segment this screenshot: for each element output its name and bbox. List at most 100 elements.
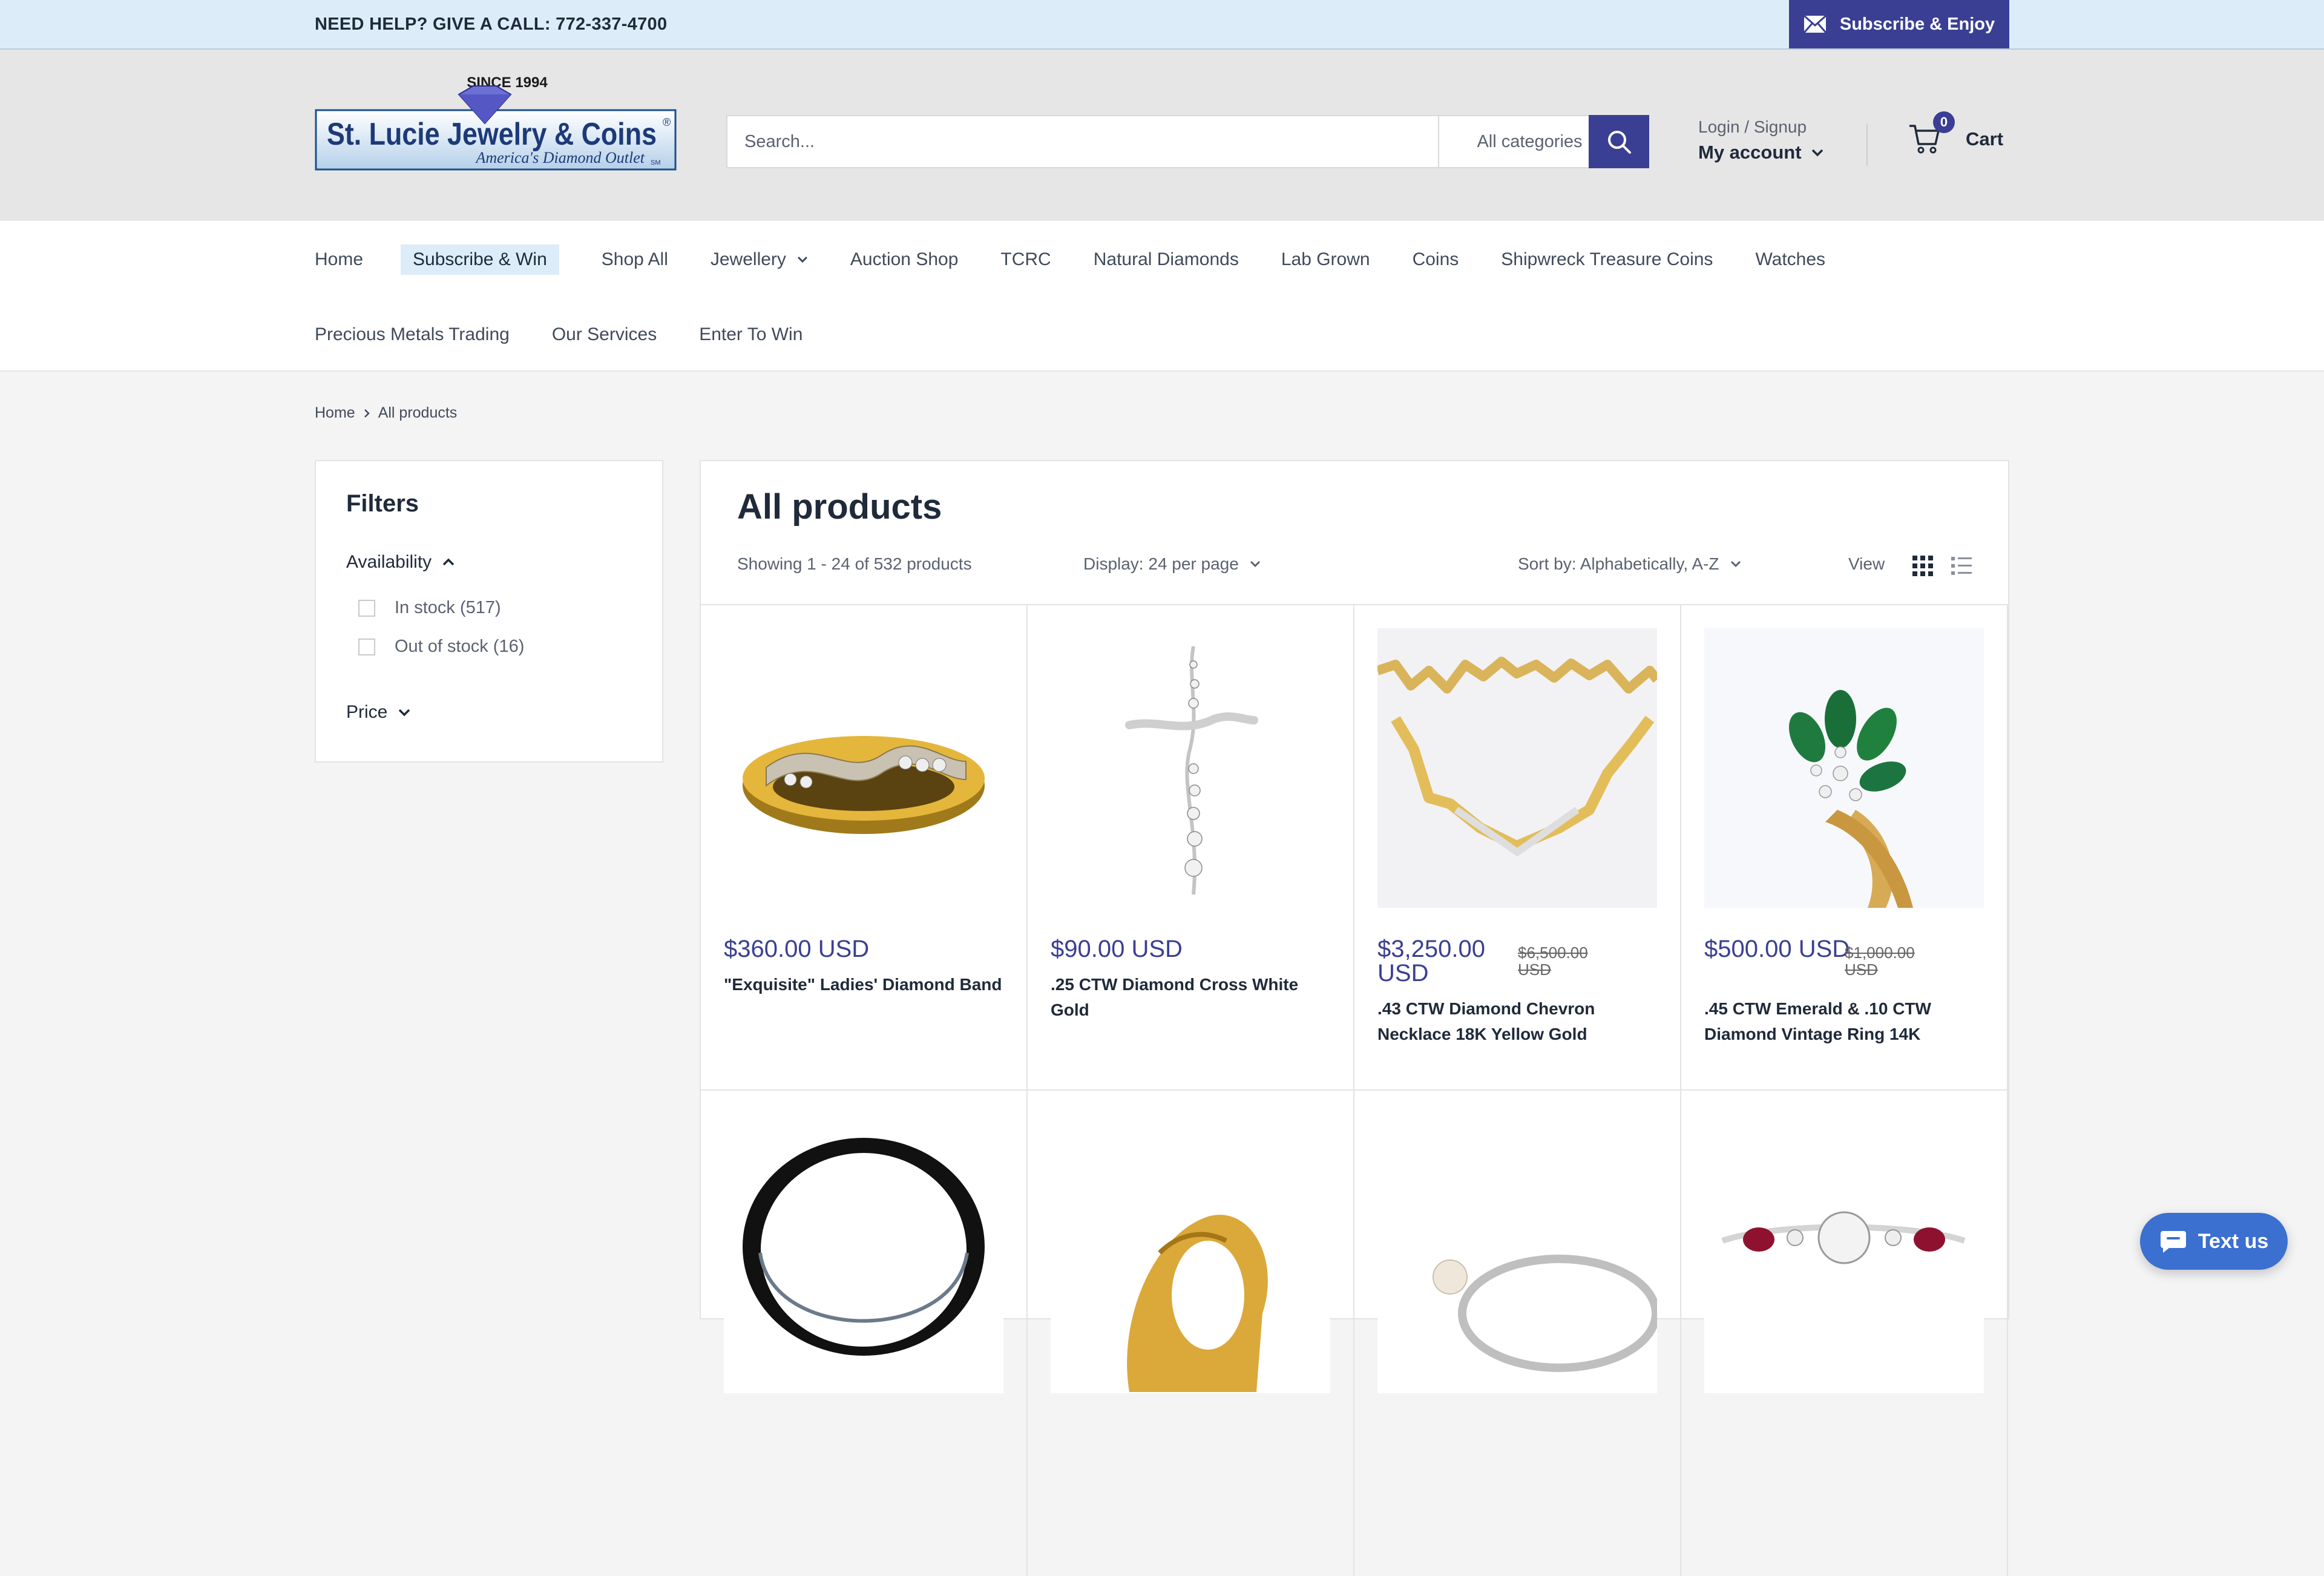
products-count: Showing 1 - 24 of 532 products [737, 554, 972, 573]
product-image-diamond-cross[interactable] [1051, 628, 1330, 908]
cart-label: Cart [1966, 128, 2004, 149]
text-us-chat-button[interactable]: Text us [2140, 1213, 2288, 1270]
product-card[interactable] [1354, 1091, 1681, 1576]
grid-view-icon[interactable] [1911, 554, 1934, 577]
breadcrumb-home[interactable]: Home [315, 404, 355, 422]
chevron-down-icon [1730, 560, 1741, 568]
main-navigation: Home Subscribe & Win Shop All Jewellery … [0, 221, 2324, 372]
help-phone-text: NEED HELP? GIVE A CALL: 772-337-4700 [315, 15, 668, 34]
text-us-label: Text us [2198, 1229, 2269, 1253]
sort-label: Sort by: Alphabetically, A-Z [1518, 554, 1719, 573]
nav-item-natural-diamonds[interactable]: Natural Diamonds [1094, 249, 1239, 270]
product-image-chevron-necklace[interactable] [1377, 628, 1657, 908]
chevron-down-icon [1250, 560, 1260, 568]
out-of-stock-checkbox[interactable] [358, 638, 375, 655]
nav-item-subscribe-win[interactable]: Subscribe & Win [401, 245, 559, 275]
nav-item-coins[interactable]: Coins [1413, 249, 1459, 270]
product-image-black-band[interactable] [724, 1114, 1003, 1393]
view-label: View [1848, 554, 1885, 573]
nav-item-tcrc[interactable]: TCRC [1000, 249, 1051, 270]
nav-item-jewellery[interactable]: Jewellery [711, 249, 808, 270]
availability-filter-toggle[interactable]: Availability [346, 552, 455, 573]
product-title[interactable]: .25 CTW Diamond Cross White Gold [1051, 972, 1335, 1023]
in-stock-label: In stock (517) [395, 598, 501, 617]
chevron-down-icon [797, 256, 807, 263]
product-card[interactable]: $360.00 USD "Exquisite" Ladies' Diamond … [701, 605, 1028, 1091]
site-header: SINCE 1994 St. Lucie Jewelry & Coins ® A… [0, 50, 2324, 221]
nav-item-jewellery-label: Jewellery [710, 249, 786, 269]
chevron-up-icon [442, 558, 455, 566]
product-title[interactable]: "Exquisite" Ladies' Diamond Band [724, 972, 1008, 997]
announcement-bar: NEED HELP? GIVE A CALL: 772-337-4700 Sub… [0, 0, 2324, 50]
subscribe-enjoy-label: Subscribe & Enjoy [1839, 14, 1995, 34]
nav-item-watches[interactable]: Watches [1755, 249, 1825, 270]
subscribe-enjoy-button[interactable]: Subscribe & Enjoy [1789, 0, 2009, 48]
search-button[interactable] [1589, 115, 1649, 168]
envelope-icon [1803, 15, 1827, 33]
category-select-label: All categories [1477, 131, 1583, 151]
product-image-emerald-ring[interactable] [1704, 628, 1984, 908]
product-price: $3,250.00 USD [1377, 936, 1485, 987]
nav-row-secondary: Precious Metals Trading Our Services Ent… [315, 317, 845, 353]
display-per-page-select[interactable]: Display: 24 per page [1083, 552, 1261, 576]
product-image-diamond-band[interactable] [724, 628, 1003, 908]
product-compare-price: $6,500.00 USD [1518, 944, 1588, 979]
product-image-ruby-ring[interactable] [1704, 1114, 1984, 1393]
collection-toolbar: Showing 1 - 24 of 532 products Display: … [701, 552, 2008, 576]
filters-panel: Filters Availability In stock (517) Out … [315, 460, 663, 763]
nav-item-home[interactable]: Home [315, 249, 363, 270]
nav-item-our-services[interactable]: Our Services [552, 324, 657, 345]
nav-item-enter-to-win[interactable]: Enter To Win [699, 324, 803, 345]
out-of-stock-label: Out of stock (16) [395, 637, 525, 656]
cart-icon-wrap: 0 [1908, 111, 1955, 157]
my-account-dropdown[interactable]: My account [1698, 139, 1823, 166]
product-price: $500.00 USD [1704, 936, 1850, 962]
nav-item-lab-grown[interactable]: Lab Grown [1281, 249, 1370, 270]
products-panel: All products Showing 1 - 24 of 532 produ… [700, 460, 2009, 1576]
chevron-right-icon [364, 409, 370, 418]
nav-item-precious-metals-trading[interactable]: Precious Metals Trading [315, 324, 510, 345]
product-compare-price: $1,000.00 USD [1845, 944, 1915, 979]
out-of-stock-option[interactable]: Out of stock (16) [358, 637, 524, 657]
cart-count-badge: 0 [1933, 111, 1955, 133]
product-card[interactable]: $3,250.00 USD $6,500.00 USD .43 CTW Diam… [1354, 605, 1681, 1091]
product-card[interactable] [701, 1091, 1028, 1576]
search-input[interactable] [727, 116, 1438, 167]
product-card[interactable] [1028, 1091, 1354, 1576]
chevron-down-icon [399, 709, 410, 717]
in-stock-option[interactable]: In stock (517) [358, 598, 501, 618]
logo-name: St. Lucie Jewelry & Coins [327, 117, 657, 152]
product-image-pearl-ring[interactable] [1377, 1114, 1657, 1393]
nav-item-auction-shop[interactable]: Auction Shop [850, 249, 958, 270]
filters-title: Filters [346, 490, 419, 517]
price-filter-toggle[interactable]: Price [346, 702, 410, 723]
nav-row-primary: Home Subscribe & Win Shop All Jewellery … [315, 241, 1868, 278]
search-icon [1608, 131, 1631, 154]
breadcrumb-current: All products [378, 404, 458, 421]
product-title[interactable]: .45 CTW Emerald & .10 CTW Diamond Vintag… [1704, 996, 1989, 1047]
product-price: $360.00 USD [724, 936, 870, 962]
in-stock-checkbox[interactable] [358, 599, 375, 617]
sort-select[interactable]: Sort by: Alphabetically, A-Z [1518, 552, 1741, 576]
product-card[interactable]: $90.00 USD .25 CTW Diamond Cross White G… [1028, 605, 1354, 1091]
price-label: Price [346, 702, 388, 722]
logo-tm: SM [651, 159, 661, 166]
product-price: $90.00 USD [1051, 936, 1183, 962]
account-menu[interactable]: Login / Signup My account [1698, 115, 1823, 166]
product-title[interactable]: .43 CTW Diamond Chevron Necklace 18K Yel… [1377, 996, 1662, 1047]
list-view-icon[interactable] [1950, 554, 1973, 577]
breadcrumb: Home All products [315, 404, 457, 422]
chevron-down-icon [1811, 149, 1823, 157]
nav-item-shipwreck-treasure-coins[interactable]: Shipwreck Treasure Coins [1501, 249, 1713, 270]
logo-tagline: America's Diamond Outlet [474, 149, 645, 166]
product-card[interactable]: $500.00 USD $1,000.00 USD .45 CTW Emeral… [1681, 605, 2008, 1091]
display-per-page-label: Display: 24 per page [1083, 554, 1239, 573]
chat-bubble-icon [2160, 1231, 2186, 1253]
login-signup-link[interactable]: Login / Signup [1698, 115, 1823, 139]
cart-link[interactable]: 0 Cart [1908, 111, 2004, 157]
store-logo[interactable]: SINCE 1994 St. Lucie Jewelry & Coins ® A… [315, 63, 678, 172]
nav-item-shop-all[interactable]: Shop All [602, 249, 668, 270]
product-image-gold-ring[interactable] [1051, 1114, 1330, 1393]
product-card[interactable] [1681, 1091, 2008, 1576]
my-account-label: My account [1698, 142, 1802, 163]
